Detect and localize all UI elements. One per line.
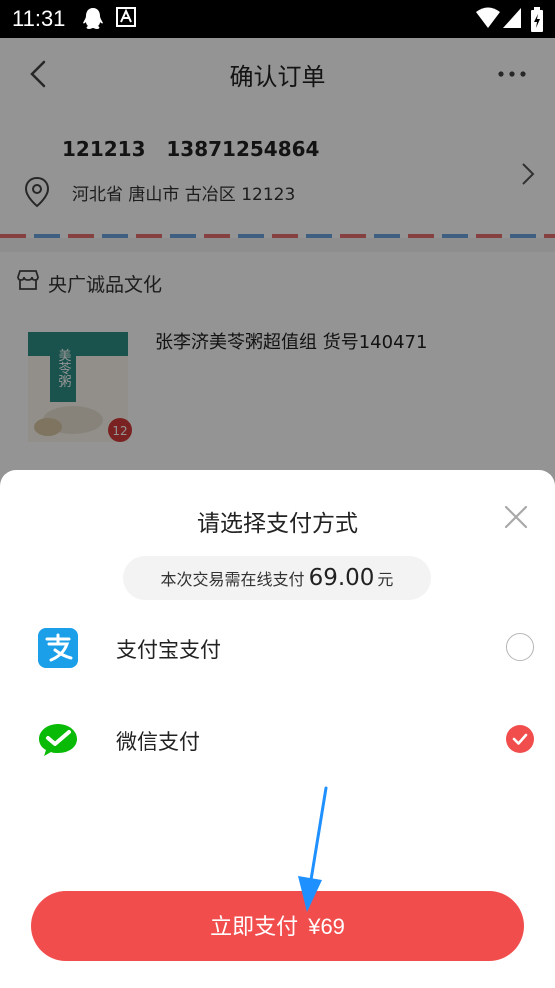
payment-option-alipay[interactable]: 支付宝支付 bbox=[0, 610, 555, 686]
wechat-label: 微信支付 bbox=[116, 730, 200, 754]
pay-now-button[interactable]: 立即支付 ¥69 bbox=[31, 891, 524, 961]
check-icon bbox=[512, 733, 528, 745]
battery-charging-icon bbox=[531, 7, 543, 32]
close-icon[interactable] bbox=[502, 503, 530, 531]
payment-method-sheet: 请选择支付方式 本次交易需在线支付 69.00 元 支付宝支付 微信支付 立即支付 … bbox=[0, 470, 555, 988]
alipay-icon bbox=[38, 628, 78, 668]
alipay-label: 支付宝支付 bbox=[116, 638, 221, 662]
sheet-title: 请选择支付方式 bbox=[197, 511, 358, 537]
alipay-radio[interactable] bbox=[506, 633, 534, 661]
wifi-icon bbox=[476, 7, 500, 28]
pay-now-label: 立即支付 bbox=[210, 914, 299, 939]
amount-value: 69.00 bbox=[308, 565, 375, 591]
wechat-radio[interactable] bbox=[506, 725, 534, 753]
signal-icon bbox=[503, 8, 521, 28]
qq-notification-icon bbox=[83, 8, 103, 29]
annotation-arrow-icon bbox=[298, 786, 328, 912]
pay-now-amount: ¥69 bbox=[308, 914, 345, 939]
amount-info: 本次交易需在线支付 69.00 元 bbox=[123, 556, 431, 600]
amount-prefix: 本次交易需在线支付 bbox=[160, 570, 305, 589]
status-bar: 11:31 bbox=[0, 0, 555, 38]
amount-unit: 元 bbox=[377, 570, 394, 589]
wechat-pay-icon bbox=[39, 724, 77, 756]
font-notification-icon bbox=[116, 7, 136, 27]
status-time: 11:31 bbox=[12, 6, 66, 31]
payment-option-wechat[interactable]: 微信支付 bbox=[0, 702, 555, 778]
